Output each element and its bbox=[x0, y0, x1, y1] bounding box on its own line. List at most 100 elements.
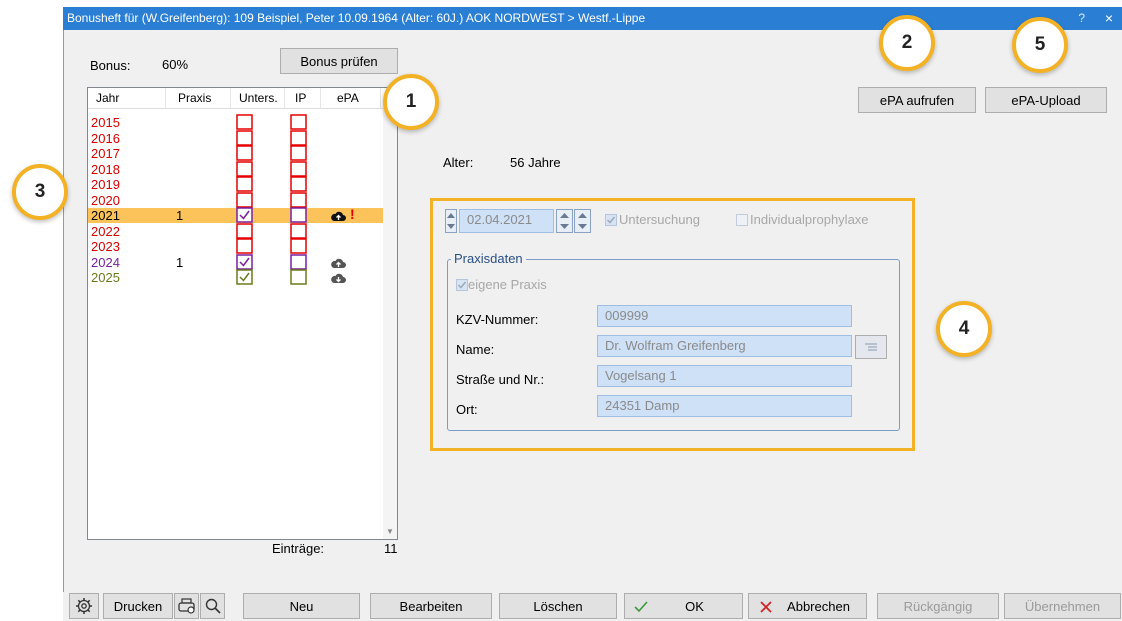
date-spin-left-icon[interactable] bbox=[445, 209, 457, 233]
row-year: 2015 bbox=[91, 115, 120, 130]
cloud-upload-icon[interactable] bbox=[331, 257, 346, 269]
column-praxis[interactable]: Praxis bbox=[166, 88, 231, 109]
list-row-2016[interactable]: 2016 bbox=[88, 129, 383, 146]
ip-checkbox-cell[interactable] bbox=[290, 191, 307, 208]
exam-checkbox-cell[interactable] bbox=[236, 160, 253, 177]
street-field[interactable]: Vogelsang 1 bbox=[597, 365, 852, 387]
list-row-2020[interactable]: 2020 bbox=[88, 191, 383, 208]
cancel-label: Abbrechen bbox=[787, 598, 850, 614]
title-bar: Bonusheft für (W.Greifenberg): 109 Beisp… bbox=[63, 7, 1122, 30]
printer-icon bbox=[177, 598, 195, 614]
list-row-2025[interactable]: 2025 bbox=[88, 269, 383, 285]
exam-checkbox-cell[interactable] bbox=[236, 253, 253, 270]
window-title: Bonusheft für (W.Greifenberg): 109 Beisp… bbox=[67, 11, 646, 25]
ip-checkbox-cell[interactable] bbox=[290, 176, 307, 192]
epa-open-button[interactable]: ePA aufrufen bbox=[858, 87, 976, 113]
ip-checkbox-cell[interactable] bbox=[290, 129, 307, 146]
ip-checkbox-cell[interactable] bbox=[290, 238, 307, 254]
list-row-2019[interactable]: 2019 bbox=[88, 176, 383, 192]
ip-checkbox-cell[interactable] bbox=[290, 269, 307, 285]
column-ip[interactable]: IP bbox=[285, 88, 321, 109]
column-unters[interactable]: Unters. bbox=[231, 88, 285, 109]
exam-checkbox-cell[interactable] bbox=[236, 238, 253, 254]
city-label: Ort: bbox=[456, 402, 478, 417]
check-icon bbox=[634, 601, 648, 613]
exam-checkbox-cell[interactable] bbox=[236, 145, 253, 161]
help-icon[interactable]: ? bbox=[1078, 7, 1085, 30]
print-preview-button[interactable] bbox=[200, 593, 225, 619]
checkbox-unchecked-icon bbox=[736, 214, 748, 226]
column-year[interactable]: Jahr bbox=[88, 88, 166, 109]
cloud-upload-icon[interactable] bbox=[331, 210, 346, 222]
date-picker[interactable]: 02.04.2021 bbox=[445, 209, 592, 233]
list-row-2024[interactable]: 2024 1 bbox=[88, 253, 383, 270]
undo-button[interactable]: Rückgängig bbox=[877, 593, 999, 619]
exam-checkbox-cell[interactable] bbox=[236, 191, 253, 208]
list-row-2023[interactable]: 2023 bbox=[88, 238, 383, 254]
list-row-2017[interactable]: 2017 bbox=[88, 145, 383, 161]
name-field[interactable]: Dr. Wolfram Greifenberg bbox=[597, 335, 852, 357]
row-praxis: 1 bbox=[176, 208, 184, 223]
checkbox-checked-icon bbox=[456, 279, 468, 291]
exam-checkbox-cell[interactable] bbox=[236, 176, 253, 192]
print-settings-button[interactable] bbox=[174, 593, 199, 619]
city-field[interactable]: 24351 Damp bbox=[597, 395, 852, 417]
bonus-label: Bonus: bbox=[90, 58, 131, 73]
cancel-x-icon bbox=[760, 601, 772, 613]
list-row-2021[interactable]: 2021 1! bbox=[88, 207, 383, 223]
epa-upload-button[interactable]: ePA-Upload bbox=[985, 87, 1107, 113]
delete-button[interactable]: Löschen bbox=[499, 593, 617, 619]
row-year: 2017 bbox=[91, 146, 120, 161]
row-year: 2016 bbox=[91, 130, 120, 146]
exam-checkbox-cell[interactable] bbox=[236, 114, 253, 130]
cancel-button[interactable]: Abbrechen bbox=[748, 593, 867, 619]
ip-checkbox-cell[interactable] bbox=[290, 160, 307, 177]
bonus-value: 60% bbox=[162, 57, 189, 72]
ip-checkbox-cell[interactable] bbox=[290, 207, 307, 223]
entries-label: Einträge: bbox=[272, 541, 325, 556]
cloud-download-icon[interactable] bbox=[331, 272, 346, 284]
list-row-2015[interactable]: 2015 bbox=[88, 114, 383, 130]
check-bonus-button[interactable]: Bonus prüfen bbox=[280, 48, 398, 74]
settings-button[interactable] bbox=[69, 593, 99, 619]
row-year: 2022 bbox=[91, 223, 120, 239]
exam-checkbox-cell[interactable] bbox=[236, 129, 253, 146]
kzv-field[interactable]: 009999 bbox=[597, 305, 852, 327]
apply-button[interactable]: Übernehmen bbox=[1004, 593, 1121, 619]
ip-checkbox-label: Individualprophylaxe bbox=[750, 212, 869, 227]
list-scrollbar[interactable]: ▼ bbox=[383, 109, 397, 539]
date-spin-icon[interactable] bbox=[556, 209, 592, 233]
exam-checkbox-cell[interactable] bbox=[236, 222, 253, 239]
annotation-badge-5: 5 bbox=[1012, 17, 1068, 73]
scroll-down-icon[interactable]: ▼ bbox=[386, 527, 394, 536]
edit-button[interactable]: Bearbeiten bbox=[370, 593, 492, 619]
exam-checkbox-cell[interactable] bbox=[236, 207, 253, 223]
row-year: 2019 bbox=[91, 177, 120, 192]
gear-icon bbox=[76, 598, 92, 614]
name-lookup-button[interactable] bbox=[855, 335, 887, 359]
list-header: Jahr Praxis Unters. IP ePA bbox=[88, 88, 397, 109]
age-label: Alter: bbox=[443, 155, 474, 170]
new-button[interactable]: Neu bbox=[243, 593, 360, 619]
year-list[interactable]: Jahr Praxis Unters. IP ePA 2015 2016 2017 2… bbox=[87, 87, 398, 540]
exam-checkbox-cell[interactable] bbox=[236, 269, 253, 285]
row-year: 2021 bbox=[91, 208, 120, 223]
column-epa[interactable]: ePA bbox=[321, 88, 381, 109]
list-row-2022[interactable]: 2022 bbox=[88, 222, 383, 239]
exam-checkbox-label: Untersuchung bbox=[619, 212, 700, 227]
ip-checkbox-cell[interactable] bbox=[290, 253, 307, 270]
ok-button[interactable]: OK bbox=[624, 593, 743, 619]
list-row-2018[interactable]: 2018 bbox=[88, 160, 383, 177]
ip-checkbox-cell[interactable] bbox=[290, 222, 307, 239]
row-praxis: 1 bbox=[176, 254, 184, 270]
close-icon[interactable]: × bbox=[1105, 7, 1113, 30]
annotation-badge-1: 1 bbox=[383, 74, 439, 130]
ip-checkbox-cell[interactable] bbox=[290, 145, 307, 161]
annotation-badge-4: 4 bbox=[936, 301, 992, 357]
date-field[interactable]: 02.04.2021 bbox=[459, 209, 554, 233]
print-button[interactable]: Drucken bbox=[103, 593, 173, 619]
ip-checkbox-cell[interactable] bbox=[290, 114, 307, 130]
own-practice-label: eigene Praxis bbox=[468, 277, 547, 292]
row-year: 2025 bbox=[91, 270, 120, 285]
ok-label: OK bbox=[685, 598, 704, 614]
